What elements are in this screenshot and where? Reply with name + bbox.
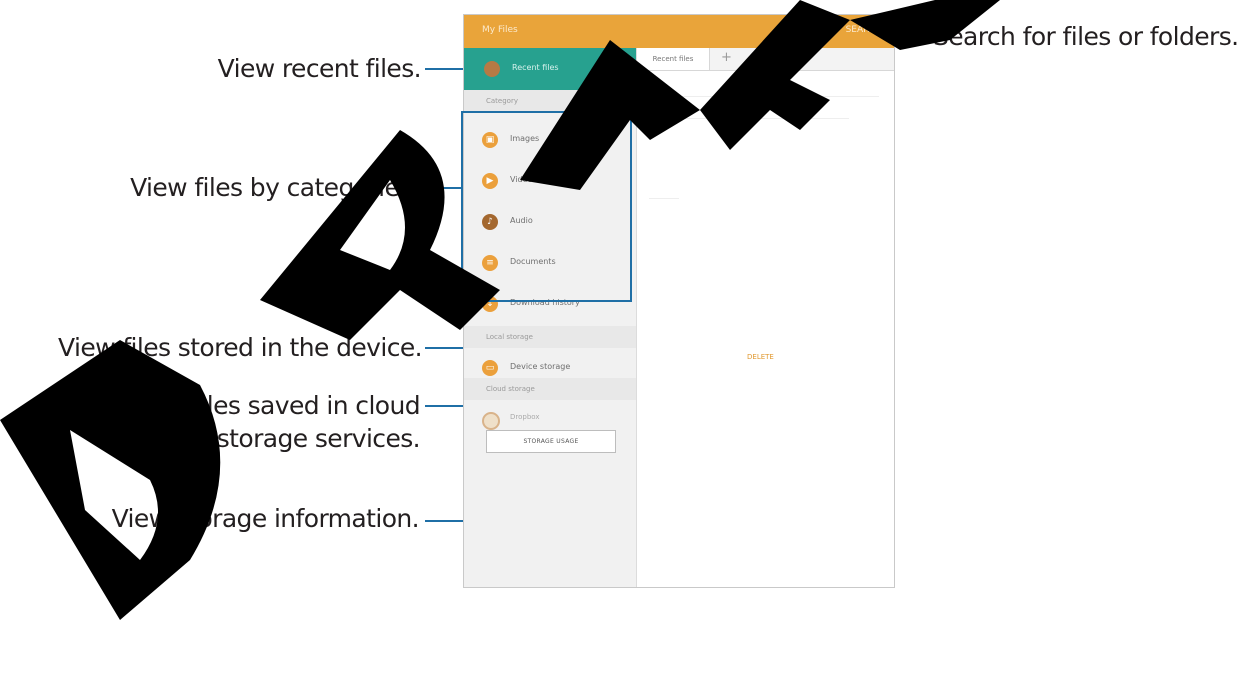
add-tab-button[interactable]: + bbox=[721, 50, 732, 65]
local-storage-header: Local storage bbox=[486, 333, 533, 341]
tab-recent-files[interactable]: Recent files bbox=[637, 48, 710, 70]
app-title: My Files bbox=[482, 25, 518, 35]
storage-status-text: DELETE bbox=[747, 353, 774, 361]
callout-line-categories bbox=[425, 187, 463, 189]
categories-highlight-box bbox=[461, 111, 632, 302]
storage-usage-button[interactable]: STORAGE USAGE bbox=[486, 430, 616, 453]
callout-categories: View files by categories. bbox=[130, 173, 420, 202]
tab-strip: Recent files + bbox=[637, 48, 894, 71]
divider bbox=[649, 118, 849, 119]
callout-storage-info: View storage information. bbox=[111, 504, 420, 533]
device-icon: ▭ bbox=[482, 360, 498, 376]
app-bar: My Files SEARCH bbox=[464, 15, 894, 48]
category-header: Category bbox=[486, 97, 518, 105]
divider bbox=[649, 96, 879, 97]
callout-search: Search for files or folders. bbox=[933, 22, 1239, 51]
sidebar-item-label: Recent files bbox=[512, 63, 559, 72]
callout-recent: View recent files. bbox=[217, 54, 422, 83]
cloud-icon bbox=[482, 412, 500, 430]
search-button[interactable]: SEARCH bbox=[846, 25, 882, 35]
sidebar-item-label: Dropbox bbox=[510, 413, 540, 421]
content-pane: Recent files + DELETE bbox=[637, 48, 894, 587]
divider bbox=[649, 198, 679, 199]
callout-cloud-line2: storage services. bbox=[216, 424, 421, 453]
clock-icon bbox=[484, 61, 500, 77]
sidebar-item-label: Device storage bbox=[510, 362, 571, 371]
sidebar-item-recent-files[interactable]: Recent files bbox=[464, 48, 636, 90]
callout-cloud-line1: View files saved in cloud bbox=[127, 391, 421, 420]
cloud-storage-header: Cloud storage bbox=[486, 385, 535, 393]
callout-device: View files stored in the device. bbox=[58, 333, 423, 362]
